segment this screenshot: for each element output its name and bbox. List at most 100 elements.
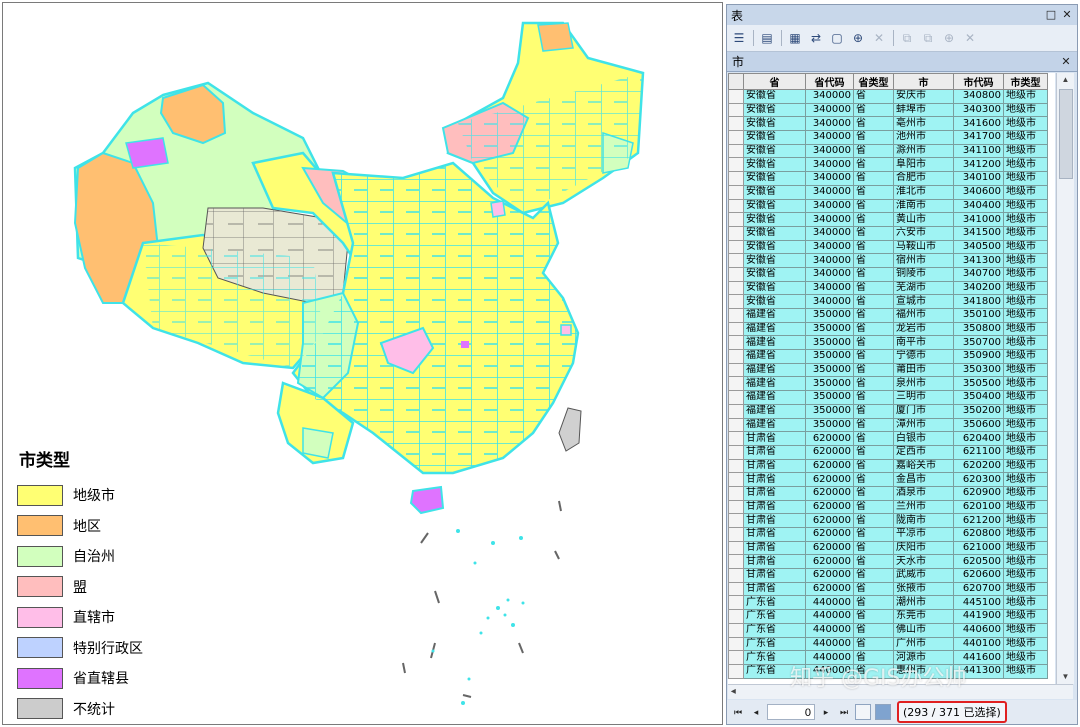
table-cell[interactable]: 620100 xyxy=(953,499,1004,515)
table-cell[interactable]: 440000 xyxy=(805,609,854,624)
table-cell[interactable]: 340500 xyxy=(953,239,1004,255)
row-selector[interactable] xyxy=(728,102,744,118)
last-record-icon[interactable]: ⏭ xyxy=(837,707,851,718)
table-cell[interactable]: 省 xyxy=(853,294,894,309)
table-cell[interactable]: 地级市 xyxy=(1003,650,1048,665)
row-selector[interactable] xyxy=(728,171,744,186)
table-cell[interactable]: 省 xyxy=(853,581,894,597)
table-cell[interactable]: 地级市 xyxy=(1003,349,1048,364)
table-cell[interactable]: 淮北市 xyxy=(893,184,954,200)
table-cell[interactable]: 340300 xyxy=(953,102,1004,118)
table-row[interactable]: 甘肃省 620000 省武威市 620600 地级市 xyxy=(728,568,1048,583)
table-cell[interactable]: 省 xyxy=(853,458,894,474)
table-cell[interactable]: 350400 xyxy=(953,390,1004,405)
restore-icon[interactable]: □ xyxy=(1045,9,1057,21)
table-cell[interactable]: 341600 xyxy=(953,116,1004,132)
table-cell[interactable]: 省 xyxy=(853,362,894,378)
table-cell[interactable]: 省 xyxy=(853,184,894,200)
paste-icon[interactable]: ⧉ xyxy=(920,30,936,46)
table-cell[interactable]: 地级市 xyxy=(1003,171,1048,186)
table-row[interactable]: 安徽省 340000 省池州市 341700 地级市 xyxy=(728,130,1048,145)
table-cell[interactable]: 蚌埠市 xyxy=(893,102,954,118)
table-cell[interactable]: 340000 xyxy=(805,130,854,145)
table-cell[interactable]: 省 xyxy=(853,89,894,104)
table-cell[interactable]: 平凉市 xyxy=(893,527,954,542)
table-cell[interactable]: 东莞市 xyxy=(893,609,954,624)
table-cell[interactable]: 620000 xyxy=(805,513,854,528)
table-cell[interactable]: 620200 xyxy=(953,458,1004,474)
row-selector[interactable] xyxy=(728,157,744,173)
table-cell[interactable]: 淮南市 xyxy=(893,198,954,214)
table-cell[interactable]: 安徽省 xyxy=(743,198,806,214)
table-cell[interactable]: 地级市 xyxy=(1003,554,1048,570)
table-cell[interactable]: 620000 xyxy=(805,527,854,542)
row-selector[interactable] xyxy=(728,376,744,392)
table-cell[interactable]: 省 xyxy=(853,540,894,556)
table-cell[interactable]: 铜陵市 xyxy=(893,266,954,282)
table-cell[interactable]: 620000 xyxy=(805,581,854,597)
table-cell[interactable]: 350100 xyxy=(953,308,1004,323)
table-row[interactable]: 福建省 350000 省漳州市 350600 地级市 xyxy=(728,417,1048,433)
table-cell[interactable]: 341700 xyxy=(953,130,1004,145)
table-cell[interactable]: 620300 xyxy=(953,472,1004,487)
record-index-field[interactable]: 0 xyxy=(767,704,815,720)
table-cell[interactable]: 350000 xyxy=(805,349,854,364)
table-cell[interactable]: 省 xyxy=(853,622,894,638)
table-cell[interactable]: 340700 xyxy=(953,266,1004,282)
table-cell[interactable]: 地级市 xyxy=(1003,403,1048,419)
table-cell[interactable]: 340000 xyxy=(805,225,854,241)
table-cell[interactable]: 甘肃省 xyxy=(743,554,806,570)
table-cell[interactable]: 广东省 xyxy=(743,609,806,624)
table-cell[interactable]: 地级市 xyxy=(1003,499,1048,515)
table-cell[interactable]: 省 xyxy=(853,650,894,665)
row-selector[interactable] xyxy=(728,540,744,556)
table-cell[interactable]: 地级市 xyxy=(1003,622,1048,638)
row-selector[interactable] xyxy=(728,89,744,104)
row-selector[interactable] xyxy=(728,663,744,679)
row-selector[interactable] xyxy=(728,595,744,611)
table-cell[interactable]: 340000 xyxy=(805,266,854,282)
table-cell[interactable]: 省 xyxy=(853,253,894,268)
table-row[interactable]: 甘肃省 620000 省陇南市 621200 地级市 xyxy=(728,513,1048,528)
row-selector[interactable] xyxy=(728,308,744,323)
row-selector[interactable] xyxy=(728,362,744,378)
table-cell[interactable]: 泉州市 xyxy=(893,376,954,392)
table-cell[interactable]: 地级市 xyxy=(1003,485,1048,501)
table-cell[interactable]: 地级市 xyxy=(1003,458,1048,474)
table-row[interactable]: 安徽省 340000 省淮南市 340400 地级市 xyxy=(728,198,1048,214)
table-cell[interactable]: 省 xyxy=(853,609,894,624)
table-cell[interactable]: 350300 xyxy=(953,362,1004,378)
table-cell[interactable]: 广东省 xyxy=(743,622,806,638)
table-cell[interactable]: 省 xyxy=(853,116,894,132)
row-selector[interactable] xyxy=(728,568,744,583)
table-cell[interactable]: 440100 xyxy=(953,636,1004,652)
table-cell[interactable]: 620400 xyxy=(953,431,1004,446)
table-cell[interactable]: 酒泉市 xyxy=(893,485,954,501)
table-cell[interactable]: 省 xyxy=(853,513,894,528)
table-cell[interactable]: 地级市 xyxy=(1003,184,1048,200)
table-cell[interactable]: 金昌市 xyxy=(893,472,954,487)
table-cell[interactable]: 620000 xyxy=(805,472,854,487)
row-selector[interactable] xyxy=(728,431,744,446)
table-cell[interactable]: 341100 xyxy=(953,143,1004,159)
table-row[interactable]: 福建省 350000 省莆田市 350300 地级市 xyxy=(728,362,1048,378)
row-selector[interactable] xyxy=(728,458,744,474)
table-cell[interactable]: 340000 xyxy=(805,198,854,214)
table-row[interactable]: 甘肃省 620000 省兰州市 620100 地级市 xyxy=(728,499,1048,515)
table-cell[interactable]: 安徽省 xyxy=(743,143,806,159)
table-cell[interactable]: 341300 xyxy=(953,253,1004,268)
table-cell[interactable]: 省 xyxy=(853,403,894,419)
table-cell[interactable]: 安徽省 xyxy=(743,171,806,186)
table-cell[interactable]: 620500 xyxy=(953,554,1004,570)
table-cell[interactable]: 350700 xyxy=(953,335,1004,351)
table-cell[interactable]: 六安市 xyxy=(893,225,954,241)
table-cell[interactable]: 省 xyxy=(853,171,894,186)
table-cell[interactable]: 地级市 xyxy=(1003,540,1048,556)
table-cell[interactable]: 安徽省 xyxy=(743,89,806,104)
table-cell[interactable]: 地级市 xyxy=(1003,444,1048,460)
table-cell[interactable]: 省 xyxy=(853,485,894,501)
scroll-thumb[interactable] xyxy=(1059,89,1073,179)
table-cell[interactable]: 地级市 xyxy=(1003,609,1048,624)
table-cell[interactable]: 620000 xyxy=(805,568,854,583)
table-cell[interactable]: 350800 xyxy=(953,321,1004,337)
